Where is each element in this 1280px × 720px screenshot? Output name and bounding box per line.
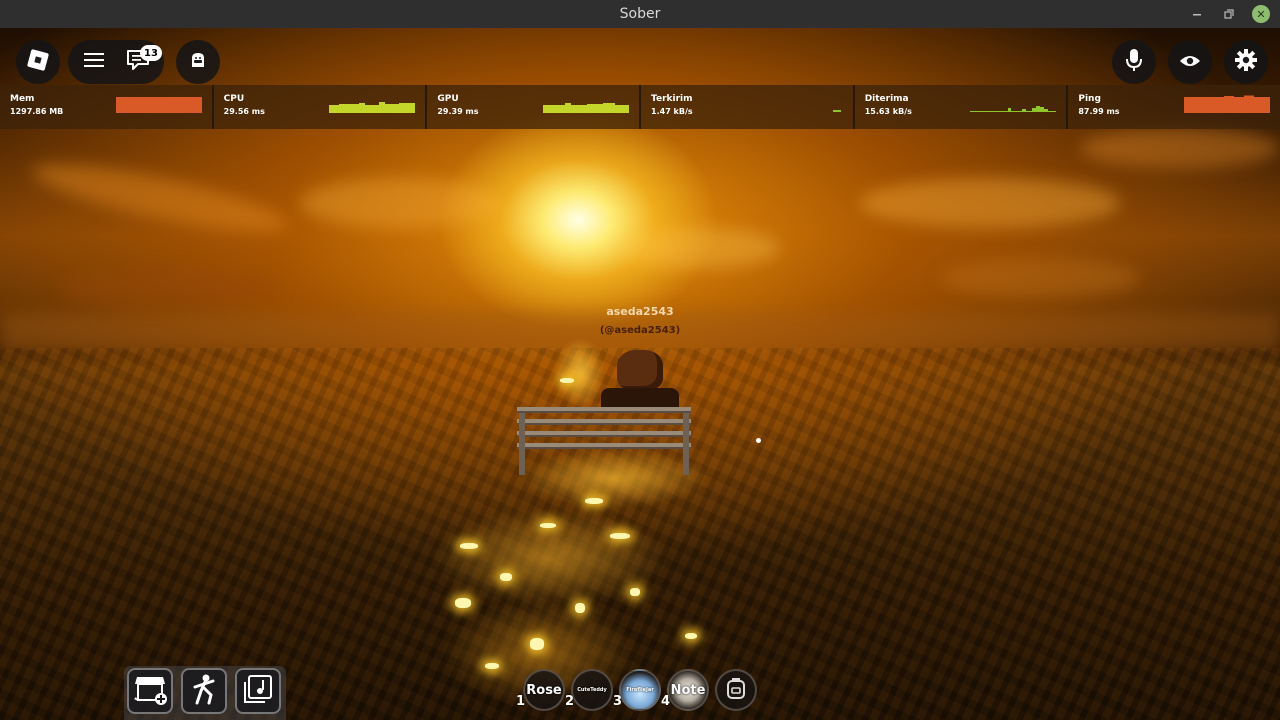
stat-gpu[interactable]: GPU 29.39 ms <box>427 85 642 129</box>
minimize-icon[interactable] <box>1188 5 1206 23</box>
hotbar-slot-note[interactable]: Note <box>667 669 709 711</box>
hotbar-slot-cuteteddy[interactable]: CuteTeddy <box>571 669 613 711</box>
stat-label: GPU <box>437 94 459 104</box>
window-controls: ✕ <box>1188 5 1270 23</box>
shop-add-button[interactable] <box>127 668 173 714</box>
stat-label: Mem <box>10 94 35 104</box>
stat-value: 1297.86 MB <box>10 107 64 116</box>
hotbar-slot-number: 2 <box>565 694 575 709</box>
hotbar-slot-label: Note <box>670 682 706 698</box>
window-titlebar: Sober ✕ <box>0 0 1280 28</box>
hotbar-slot-label: CuteTeddy <box>577 687 607 693</box>
settings-button[interactable] <box>1224 40 1268 84</box>
stat-graph <box>329 102 416 113</box>
hotbar-slot-label: Rose <box>526 682 562 698</box>
eye-button[interactable] <box>1168 40 1212 84</box>
hotbar-slot-number: 3 <box>613 694 623 709</box>
gear-icon <box>1234 48 1258 76</box>
stat-graph <box>115 97 202 113</box>
bench <box>517 407 691 477</box>
backpack-avatar-icon <box>188 50 208 74</box>
hotbar-slot-rose[interactable]: Rose <box>523 669 565 711</box>
microphone-button[interactable] <box>1112 40 1156 84</box>
stat-value: 1.47 kB/s <box>651 107 693 116</box>
stat-value: 87.99 ms <box>1078 107 1120 116</box>
performance-stats-bar: Mem 1297.86 MB CPU 29.56 ms GPU 29.39 ms… <box>0 85 1280 129</box>
hamburger-menu-button[interactable] <box>72 40 116 84</box>
avatar-backpack-button[interactable] <box>176 40 220 84</box>
hotbar-slot-fireflie-jar[interactable]: FireflieJar <box>619 669 661 711</box>
stat-ping[interactable]: Ping 87.99 ms <box>1068 85 1280 129</box>
close-icon[interactable]: ✕ <box>1252 5 1270 23</box>
crosshair <box>756 438 761 443</box>
game-viewport[interactable]: aseda2543 (@aseda2543) <box>0 28 1280 720</box>
microphone-icon <box>1126 48 1142 76</box>
player-avatar-head <box>617 350 663 390</box>
stat-label: Terkirim <box>651 94 693 104</box>
window-title: Sober <box>619 6 661 22</box>
stat-sent[interactable]: Terkirim 1.47 kB/s <box>641 85 855 129</box>
eye-icon <box>1179 53 1201 72</box>
stat-mem[interactable]: Mem 1297.86 MB <box>0 85 214 129</box>
backpack-button[interactable] <box>715 669 757 711</box>
stat-value: 29.39 ms <box>437 107 479 116</box>
stat-graph <box>832 110 841 112</box>
backpack-icon <box>726 677 746 703</box>
stat-label: Diterima <box>864 94 909 104</box>
stat-graph <box>970 106 1057 112</box>
stat-label: CPU <box>223 94 245 104</box>
hotbar-slot-number: 4 <box>661 694 671 709</box>
stat-value: 29.56 ms <box>223 107 265 116</box>
stat-received[interactable]: Diterima 15.63 kB/s <box>855 85 1069 129</box>
emote-button[interactable] <box>181 668 227 714</box>
stat-value: 15.63 kB/s <box>864 107 912 116</box>
stat-graph <box>1184 95 1271 113</box>
roblox-menu-button[interactable] <box>16 40 60 84</box>
chat-unread-badge: 13 <box>140 45 162 61</box>
maximize-icon[interactable] <box>1220 5 1238 23</box>
hotbar-slot-number: 1 <box>516 694 526 709</box>
music-button[interactable] <box>235 668 281 714</box>
stat-label: Ping <box>1078 94 1101 104</box>
player-handle: (@aseda2543) <box>599 325 681 336</box>
music-note-icon <box>243 674 273 708</box>
hotbar-slot-label: FireflieJar <box>626 687 654 693</box>
roblox-logo-icon <box>27 49 49 75</box>
hamburger-menu-icon <box>84 52 104 72</box>
stat-cpu[interactable]: CPU 29.56 ms <box>214 85 428 129</box>
emote-dance-icon <box>189 673 219 709</box>
shop-add-icon <box>132 671 168 711</box>
stat-graph <box>543 103 630 113</box>
player-name: aseda2543 <box>606 305 674 318</box>
